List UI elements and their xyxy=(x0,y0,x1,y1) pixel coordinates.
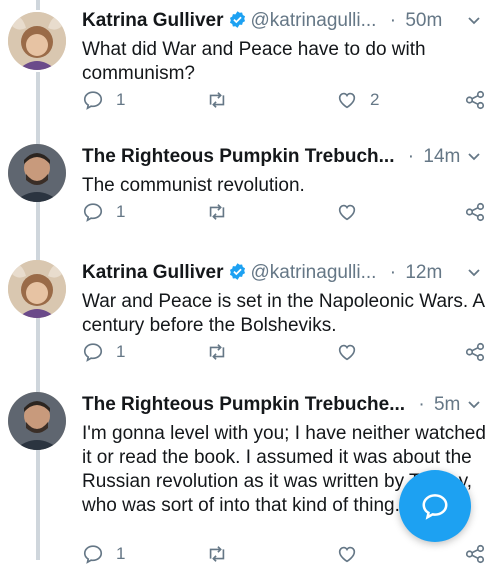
tweet-actions: 1 xyxy=(82,340,492,364)
tweet-header: The Righteous Pumpkin Trebuch... · 14m xyxy=(82,144,487,170)
tweet-text: The communist revolution. xyxy=(82,175,305,196)
retweet-icon xyxy=(209,546,225,562)
retweet-button[interactable] xyxy=(206,88,228,112)
tweet[interactable]: The Righteous Pumpkin Trebuch... · 14m T… xyxy=(0,144,499,236)
author-name[interactable]: Katrina Gulliver xyxy=(82,262,224,283)
share-icon xyxy=(465,544,485,564)
share-button[interactable] xyxy=(464,542,486,566)
author-name[interactable]: The Righteous Pumpkin Trebuch... xyxy=(82,146,394,167)
separator-dot: · xyxy=(418,394,425,415)
reply-icon xyxy=(83,343,103,362)
tweet-timestamp[interactable]: 14m xyxy=(423,146,460,167)
tweet-header: The Righteous Pumpkin Trebuche... · 5m xyxy=(82,392,487,418)
avatar[interactable] xyxy=(8,144,66,202)
avatar[interactable] xyxy=(8,260,66,318)
tweet-timestamp[interactable]: 12m xyxy=(405,262,442,283)
compose-message-icon xyxy=(422,494,448,520)
tweet-header: Katrina Gulliver @katrinagulli... · 50m xyxy=(82,8,487,34)
tweet[interactable]: Katrina Gulliver @katrinagulli... · 12m W… xyxy=(0,260,499,374)
tweet-text: War and Peace is set in the Napoleonic W… xyxy=(82,291,485,336)
tweet-header: Katrina Gulliver @katrinagulli... · 12m xyxy=(82,260,487,286)
verified-badge-icon xyxy=(229,263,245,280)
reply-button[interactable]: 1 xyxy=(82,542,125,566)
compose-message-button[interactable] xyxy=(399,470,471,542)
separator-dot: · xyxy=(389,262,397,283)
separator-dot: · xyxy=(407,146,415,167)
reply-button[interactable]: 1 xyxy=(82,340,125,364)
retweet-button[interactable] xyxy=(206,542,228,566)
separator-dot: · xyxy=(389,10,397,31)
heart-icon xyxy=(338,344,356,361)
reply-count: 1 xyxy=(116,202,126,221)
reply-count: 1 xyxy=(116,90,126,109)
share-button[interactable] xyxy=(464,88,486,112)
reply-icon xyxy=(83,545,103,564)
chevron-down-icon[interactable] xyxy=(467,398,481,412)
heart-icon xyxy=(338,204,356,221)
author-handle[interactable]: @katrinagulli... xyxy=(251,10,377,31)
reply-icon xyxy=(83,203,103,222)
share-button[interactable] xyxy=(464,200,486,224)
verified-badge-icon xyxy=(229,11,245,28)
retweet-icon xyxy=(209,92,225,108)
share-icon xyxy=(465,90,485,110)
tweet-text: What did War and Peace have to do with c… xyxy=(82,39,426,84)
retweet-icon xyxy=(209,344,225,360)
reply-count: 1 xyxy=(116,544,126,563)
chevron-down-icon[interactable] xyxy=(467,266,481,280)
retweet-button[interactable] xyxy=(206,340,228,364)
like-button[interactable]: 2 xyxy=(336,88,379,112)
reply-icon xyxy=(83,91,103,110)
like-button[interactable] xyxy=(336,200,358,224)
tweet-timestamp[interactable]: 5m xyxy=(434,394,460,415)
avatar[interactable] xyxy=(8,392,66,450)
share-icon xyxy=(465,342,485,362)
share-icon xyxy=(465,202,485,222)
chevron-down-icon[interactable] xyxy=(467,14,481,28)
tweet-actions: 1 2 xyxy=(82,88,492,112)
like-count: 2 xyxy=(370,90,380,109)
reply-button[interactable]: 1 xyxy=(82,88,125,112)
reply-button[interactable]: 1 xyxy=(82,200,125,224)
heart-icon xyxy=(338,546,356,563)
tweet[interactable]: Katrina Gulliver @katrinagulli... · 50m W… xyxy=(0,8,499,120)
chevron-down-icon[interactable] xyxy=(467,150,481,164)
author-name[interactable]: Katrina Gulliver xyxy=(82,10,224,31)
tweet-actions: 1 xyxy=(82,542,492,566)
retweet-icon xyxy=(209,204,225,220)
like-button[interactable] xyxy=(336,542,358,566)
author-name[interactable]: The Righteous Pumpkin Trebuche... xyxy=(82,394,405,415)
avatar[interactable] xyxy=(8,12,66,70)
tweet-timestamp[interactable]: 50m xyxy=(405,10,442,31)
author-handle[interactable]: @katrinagulli... xyxy=(251,262,377,283)
tweet-actions: 1 xyxy=(82,200,492,224)
like-button[interactable] xyxy=(336,340,358,364)
reply-count: 1 xyxy=(116,342,126,361)
share-button[interactable] xyxy=(464,340,486,364)
retweet-button[interactable] xyxy=(206,200,228,224)
heart-icon xyxy=(338,92,356,109)
